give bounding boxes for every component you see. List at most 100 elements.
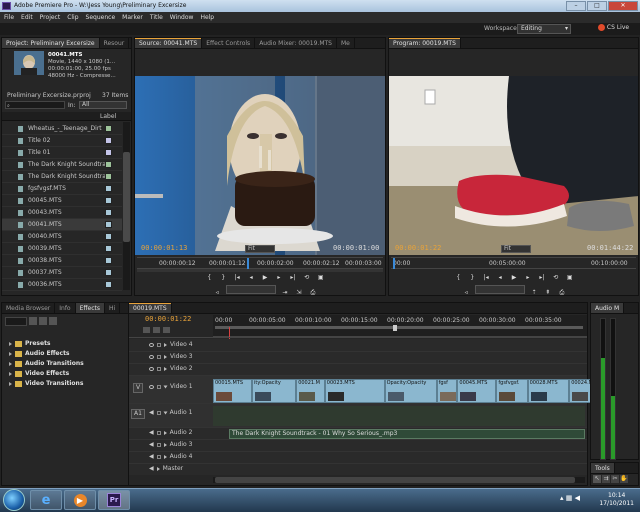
close-button[interactable]: ✕ bbox=[608, 1, 638, 11]
cs-live-button[interactable]: CS Live bbox=[598, 24, 629, 31]
yuv-effects-icon[interactable] bbox=[49, 317, 57, 325]
insert-icon[interactable]: ⇥ bbox=[280, 288, 290, 297]
source-playhead[interactable] bbox=[247, 258, 249, 269]
project-list-item[interactable]: 00036.MTS bbox=[2, 279, 122, 291]
timeline-work-area-bar[interactable] bbox=[215, 326, 583, 329]
label-color-swatch[interactable] bbox=[105, 137, 112, 144]
expand-arrow-icon[interactable] bbox=[164, 354, 167, 359]
video-clip[interactable]: Opacity:Opacity bbox=[384, 379, 437, 403]
tab-sequence[interactable]: 00019.MTS bbox=[129, 303, 172, 313]
expand-arrow-icon[interactable] bbox=[164, 342, 167, 347]
project-list-item[interactable]: 00040.MTS bbox=[2, 231, 122, 243]
tab-audio-mixer[interactable]: Audio Mixer: 00019.MTS bbox=[255, 38, 337, 48]
workspace-select[interactable]: Editing ▾ bbox=[517, 24, 571, 34]
selection-tool-icon[interactable]: ↖ bbox=[593, 475, 601, 483]
video-clip[interactable]: 00021.M bbox=[296, 379, 325, 403]
label-color-swatch[interactable] bbox=[105, 173, 112, 180]
system-clock[interactable]: 10:14 17/10/2011 bbox=[599, 492, 634, 508]
accelerated-effects-icon[interactable] bbox=[29, 317, 37, 325]
tab-effects[interactable]: Effects bbox=[75, 303, 106, 313]
source-timecode[interactable]: 00:00:01:13 bbox=[141, 244, 187, 252]
speaker-icon[interactable]: ◀ bbox=[149, 441, 154, 448]
tray-arrow-icon[interactable]: ▴ bbox=[560, 494, 564, 502]
export-frame-icon[interactable]: ⎙ bbox=[308, 288, 318, 297]
video-clip[interactable]: fgsf bbox=[436, 379, 458, 403]
speaker-icon[interactable]: ◀ bbox=[149, 453, 154, 460]
program-ruler[interactable]: 00:00 00:05:00:00 00:10:00:00 bbox=[391, 257, 636, 269]
start-button[interactable] bbox=[3, 489, 25, 511]
label-column-header[interactable]: Label bbox=[100, 113, 116, 120]
program-timecode[interactable]: 00:00:01:22 bbox=[395, 244, 441, 252]
jog-wheel[interactable] bbox=[475, 285, 526, 294]
tab-audio-meters[interactable]: Audio M bbox=[591, 303, 625, 313]
extract-icon[interactable]: ⇞ bbox=[543, 288, 553, 297]
project-list-item[interactable]: Title 02 bbox=[2, 135, 122, 147]
project-list-item[interactable]: 00041.MTS bbox=[2, 219, 122, 231]
step-back-icon[interactable]: { bbox=[204, 273, 214, 282]
taskbar-premiere-button[interactable]: Pr bbox=[98, 490, 130, 510]
project-scrollbar[interactable] bbox=[123, 122, 130, 290]
razor-tool-icon[interactable]: ✂ bbox=[611, 475, 619, 483]
frame-forward-icon[interactable]: ▸ bbox=[274, 273, 284, 282]
tab-tools[interactable]: Tools bbox=[591, 463, 615, 473]
scrollbar-thumb[interactable] bbox=[123, 152, 130, 242]
tab-project[interactable]: Project: Preliminary Excersize bbox=[2, 38, 100, 48]
label-color-swatch[interactable] bbox=[105, 281, 112, 288]
eye-icon[interactable] bbox=[149, 384, 154, 389]
loop-icon[interactable]: ⟲ bbox=[302, 273, 312, 282]
jog-wheel[interactable] bbox=[226, 285, 277, 294]
export-frame-icon[interactable]: ⎙ bbox=[557, 288, 567, 297]
32bit-effects-icon[interactable] bbox=[39, 317, 47, 325]
timeline-horizontal-scrollbar[interactable] bbox=[213, 477, 585, 483]
play-icon[interactable]: ▶ bbox=[260, 273, 270, 282]
project-search-input[interactable]: ⌕ bbox=[5, 101, 65, 109]
label-color-swatch[interactable] bbox=[105, 185, 112, 192]
project-list-item[interactable]: The Dark Knight Soundtrack bbox=[2, 159, 122, 171]
video-clip[interactable]: ity:Opacity bbox=[252, 379, 297, 403]
effects-folder-video-transitions[interactable]: Video Transitions bbox=[2, 379, 131, 389]
speaker-icon[interactable]: ◀ bbox=[149, 465, 154, 472]
program-fit-select[interactable]: Fit bbox=[501, 245, 531, 253]
lift-icon[interactable]: ⇡ bbox=[529, 288, 539, 297]
shuttle-icon[interactable]: ◃ bbox=[461, 288, 471, 297]
label-color-swatch[interactable] bbox=[105, 221, 112, 228]
source-ruler[interactable]: 00:00:00:12 00:00:01:12 00:00:02:00 00:0… bbox=[137, 257, 383, 269]
label-color-swatch[interactable] bbox=[105, 209, 112, 216]
menu-window[interactable]: Window bbox=[170, 12, 194, 23]
audio2-clip[interactable]: The Dark Knight Soundtrack - 01 Why So S… bbox=[229, 429, 585, 439]
tab-media-browser[interactable]: Media Browser bbox=[2, 303, 56, 313]
project-list-item[interactable]: 00038.MTS bbox=[2, 255, 122, 267]
safe-margins-icon[interactable]: ▣ bbox=[565, 273, 575, 282]
go-to-in-icon[interactable]: |◂ bbox=[232, 273, 242, 282]
source-fit-select[interactable]: Fit bbox=[245, 245, 275, 253]
step-forward-icon[interactable]: } bbox=[218, 273, 228, 282]
network-icon[interactable]: ▦ bbox=[566, 494, 573, 502]
overlay-icon[interactable]: ⇲ bbox=[294, 288, 304, 297]
tab-effect-controls[interactable]: Effect Controls bbox=[202, 38, 256, 48]
menu-help[interactable]: Help bbox=[200, 12, 214, 23]
project-list-item[interactable]: 00045.MTS bbox=[2, 195, 122, 207]
tab-source[interactable]: Source: 00041.MTS bbox=[135, 38, 203, 48]
lock-icon[interactable] bbox=[156, 442, 161, 447]
video-clip[interactable]: 00015.MTS bbox=[213, 379, 252, 403]
project-list-item[interactable]: 00039.MTS bbox=[2, 243, 122, 255]
maximize-button[interactable]: □ bbox=[587, 1, 607, 11]
collapse-arrow-icon[interactable] bbox=[163, 411, 168, 414]
scrollbar-thumb[interactable] bbox=[215, 477, 575, 483]
video-clip[interactable]: 00023.MTS bbox=[324, 379, 385, 403]
snap-icon[interactable] bbox=[143, 327, 150, 333]
effects-folder-video-effects[interactable]: Video Effects bbox=[2, 369, 131, 379]
lock-icon[interactable] bbox=[157, 354, 161, 359]
speaker-icon[interactable]: ◀ bbox=[149, 429, 154, 436]
hand-tool-icon[interactable]: ✋ bbox=[620, 475, 628, 483]
audio-target-button[interactable]: A1 bbox=[131, 409, 145, 419]
effects-folder-audio-transitions[interactable]: Audio Transitions bbox=[2, 359, 131, 369]
expand-arrow-icon[interactable] bbox=[163, 430, 167, 435]
eye-icon[interactable] bbox=[149, 354, 154, 359]
menu-project[interactable]: Project bbox=[40, 12, 61, 23]
label-color-swatch[interactable] bbox=[105, 149, 112, 156]
effects-folder-audio-effects[interactable]: Audio Effects bbox=[2, 349, 131, 359]
menu-sequence[interactable]: Sequence bbox=[86, 12, 116, 23]
expand-arrow-icon[interactable] bbox=[156, 466, 160, 471]
menu-title[interactable]: Title bbox=[150, 12, 163, 23]
